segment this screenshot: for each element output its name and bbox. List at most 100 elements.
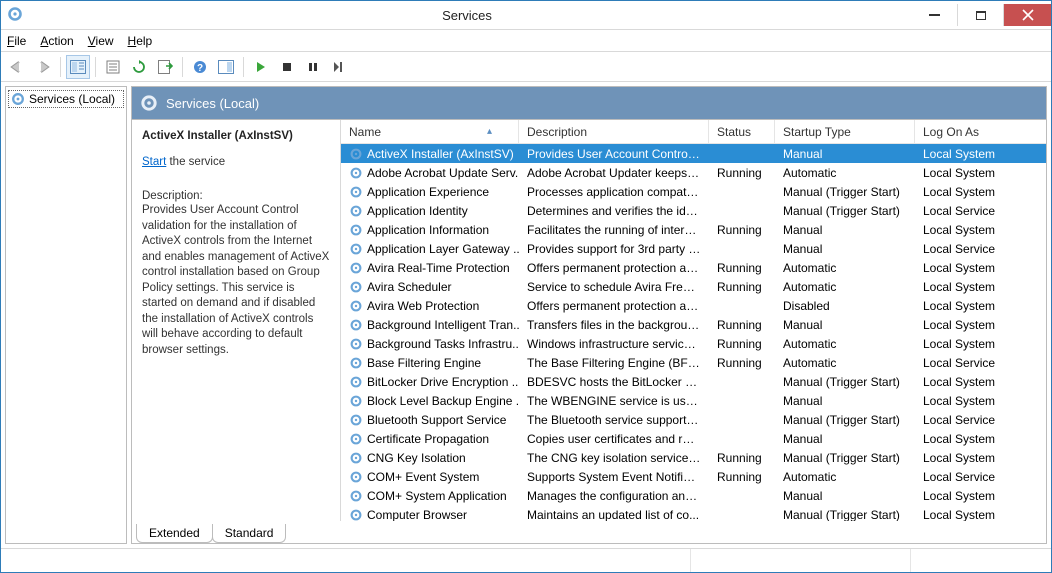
restart-service-button[interactable] — [327, 55, 351, 79]
cell-logon: Local System — [915, 223, 1046, 237]
cell-startup: Manual — [775, 223, 915, 237]
cell-status: Running — [709, 261, 775, 275]
cell-name: Application Identity — [341, 204, 519, 218]
cell-logon: Local System — [915, 280, 1046, 294]
service-row[interactable]: Block Level Backup Engine ...The WBENGIN… — [341, 391, 1046, 410]
cell-description: Service to schedule Avira Free A... — [519, 280, 709, 294]
cell-name: Application Layer Gateway ... — [341, 242, 519, 256]
status-cell-3 — [911, 549, 1051, 572]
cell-name: Application Information — [341, 223, 519, 237]
stop-service-button[interactable] — [275, 55, 299, 79]
cell-logon: Local System — [915, 432, 1046, 446]
services-rows[interactable]: ActiveX Installer (AxInstSV)Provides Use… — [341, 144, 1046, 521]
view-tabs: Extended Standard — [132, 521, 1046, 543]
content-body: ActiveX Installer (AxInstSV) Start the s… — [132, 119, 1046, 521]
pause-service-button[interactable] — [301, 55, 325, 79]
menu-view[interactable]: View — [88, 34, 114, 48]
column-header-name[interactable]: Name▴ — [341, 120, 519, 143]
refresh-button[interactable] — [127, 55, 151, 79]
cell-name: Adobe Acrobat Update Serv... — [341, 166, 519, 180]
cell-name: Avira Real-Time Protection — [341, 261, 519, 275]
cell-startup: Automatic — [775, 280, 915, 294]
cell-name: Application Experience — [341, 185, 519, 199]
cell-description: Provides User Account Control ... — [519, 147, 709, 161]
service-row[interactable]: Application InformationFacilitates the r… — [341, 220, 1046, 239]
cell-logon: Local System — [915, 147, 1046, 161]
service-row[interactable]: Avira Real-Time ProtectionOffers permane… — [341, 258, 1046, 277]
cell-status: Running — [709, 337, 775, 351]
services-window: Services File Action View Help — [0, 0, 1052, 573]
cell-description: The CNG key isolation service is ... — [519, 451, 709, 465]
tab-extended[interactable]: Extended — [136, 524, 213, 543]
minimize-button[interactable] — [911, 4, 957, 26]
cell-description: Provides support for 3rd party p... — [519, 242, 709, 256]
service-row[interactable]: BitLocker Drive Encryption ...BDESVC hos… — [341, 372, 1046, 391]
description-label: Description: — [142, 190, 330, 202]
service-row[interactable]: Background Tasks Infrastru...Windows inf… — [341, 334, 1046, 353]
service-row[interactable]: Base Filtering EngineThe Base Filtering … — [341, 353, 1046, 372]
service-row[interactable]: Application ExperienceProcesses applicat… — [341, 182, 1046, 201]
service-row[interactable]: Application IdentityDetermines and verif… — [341, 201, 1046, 220]
cell-startup: Manual — [775, 394, 915, 408]
cell-startup: Manual (Trigger Start) — [775, 508, 915, 522]
status-cell-2 — [691, 549, 911, 572]
service-row[interactable]: ActiveX Installer (AxInstSV)Provides Use… — [341, 144, 1046, 163]
cell-startup: Automatic — [775, 261, 915, 275]
status-cell-1 — [1, 549, 691, 572]
cell-description: The Bluetooth service supports ... — [519, 413, 709, 427]
service-row[interactable]: Certificate PropagationCopies user certi… — [341, 429, 1046, 448]
cell-logon: Local System — [915, 394, 1046, 408]
cell-startup: Manual (Trigger Start) — [775, 413, 915, 427]
cell-name: ActiveX Installer (AxInstSV) — [341, 147, 519, 161]
menu-help[interactable]: Help — [128, 34, 153, 48]
forward-button[interactable] — [31, 55, 55, 79]
start-link[interactable]: Start — [142, 156, 166, 168]
cell-name: Bluetooth Support Service — [341, 413, 519, 427]
cell-description: Processes application compatibi... — [519, 185, 709, 199]
service-row[interactable]: Avira Web ProtectionOffers permanent pro… — [341, 296, 1046, 315]
service-row[interactable]: Adobe Acrobat Update Serv...Adobe Acroba… — [341, 163, 1046, 182]
cell-startup: Manual — [775, 318, 915, 332]
tree-node-services-local[interactable]: Services (Local) — [8, 90, 124, 108]
start-service-button[interactable] — [249, 55, 273, 79]
column-header-startup[interactable]: Startup Type — [775, 120, 915, 143]
column-header-status[interactable]: Status — [709, 120, 775, 143]
column-header-description[interactable]: Description — [519, 120, 709, 143]
show-hide-tree-button[interactable] — [66, 55, 90, 79]
service-row[interactable]: Background Intelligent Tran...Transfers … — [341, 315, 1046, 334]
service-row[interactable]: Bluetooth Support ServiceThe Bluetooth s… — [341, 410, 1046, 429]
service-row[interactable]: Application Layer Gateway ...Provides su… — [341, 239, 1046, 258]
back-button[interactable] — [5, 55, 29, 79]
main-area: Services (Local) Services (Local) Active… — [1, 82, 1051, 548]
app-icon — [7, 6, 23, 25]
cell-description: Copies user certificates and root... — [519, 432, 709, 446]
service-row[interactable]: COM+ System ApplicationManages the confi… — [341, 486, 1046, 505]
cell-name: COM+ System Application — [341, 489, 519, 503]
cell-startup: Automatic — [775, 166, 915, 180]
show-hide-action-pane-button[interactable] — [214, 55, 238, 79]
services-list-pane: Name▴ Description Status Startup Type Lo… — [341, 120, 1046, 521]
cell-logon: Local System — [915, 337, 1046, 351]
tab-standard[interactable]: Standard — [212, 524, 287, 543]
properties-button[interactable] — [101, 55, 125, 79]
close-button[interactable] — [1003, 4, 1051, 26]
menu-action[interactable]: Action — [40, 34, 73, 48]
cell-startup: Manual (Trigger Start) — [775, 185, 915, 199]
cell-startup: Manual (Trigger Start) — [775, 451, 915, 465]
service-row[interactable]: Computer BrowserMaintains an updated lis… — [341, 505, 1046, 521]
console-tree[interactable]: Services (Local) — [5, 86, 127, 544]
service-row[interactable]: CNG Key IsolationThe CNG key isolation s… — [341, 448, 1046, 467]
menu-file[interactable]: File — [7, 34, 26, 48]
maximize-button[interactable] — [957, 4, 1003, 26]
service-row[interactable]: COM+ Event SystemSupports System Event N… — [341, 467, 1046, 486]
cell-name: Certificate Propagation — [341, 432, 519, 446]
tree-node-label: Services (Local) — [29, 92, 115, 106]
cell-status: Running — [709, 470, 775, 484]
help-button[interactable]: ? — [188, 55, 212, 79]
cell-name: BitLocker Drive Encryption ... — [341, 375, 519, 389]
column-header-logon[interactable]: Log On As — [915, 120, 1046, 143]
export-list-button[interactable] — [153, 55, 177, 79]
service-row[interactable]: Avira SchedulerService to schedule Avira… — [341, 277, 1046, 296]
content-header: Services (Local) — [132, 87, 1046, 119]
content-header-title: Services (Local) — [166, 96, 259, 111]
